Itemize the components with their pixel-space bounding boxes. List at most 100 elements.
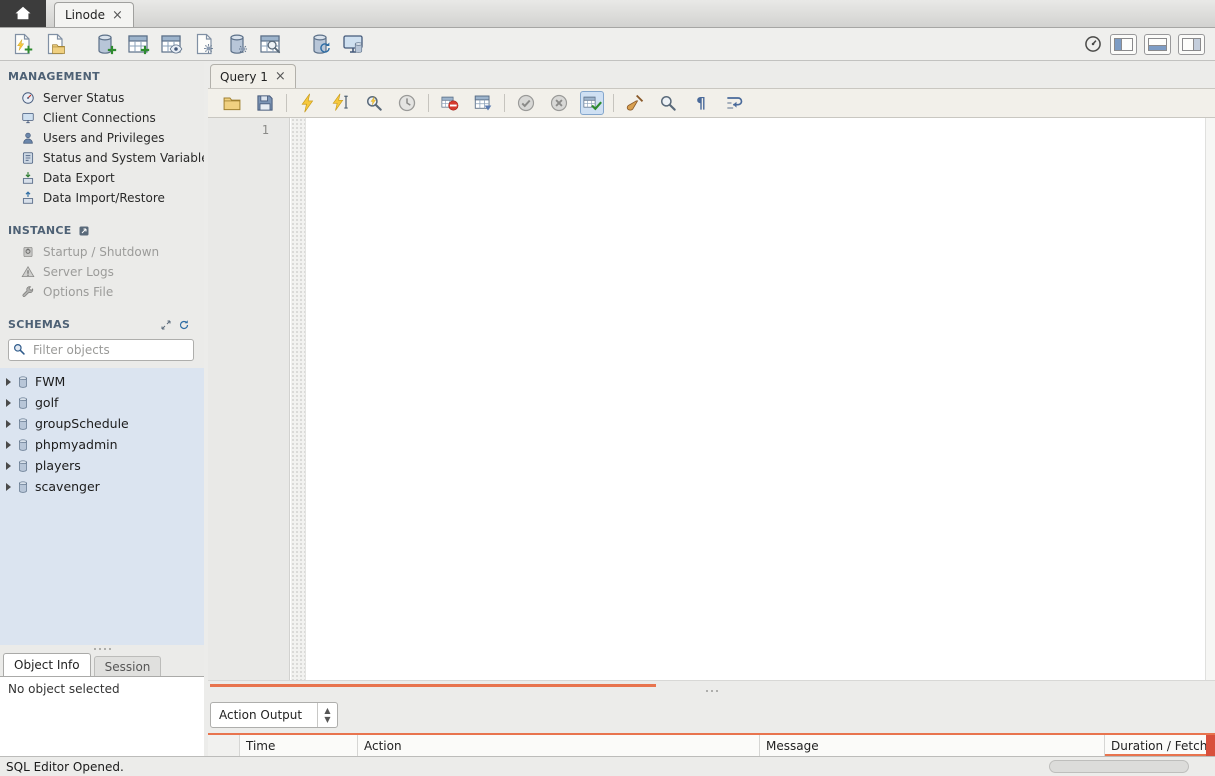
output-col-index	[208, 735, 240, 756]
query-tab-label: Query 1	[220, 69, 268, 84]
close-connection-tab-icon[interactable]: ×	[112, 9, 123, 22]
create-schema-icon[interactable]	[93, 32, 117, 56]
toggle-autocommit-button[interactable]	[580, 91, 604, 115]
wrap-text-icon	[726, 97, 743, 109]
create-view-icon[interactable]	[159, 32, 183, 56]
schema-item-scavenger[interactable]: scavenger	[0, 476, 204, 497]
rollback-icon	[550, 94, 568, 112]
refresh-schemas-icon[interactable]	[178, 319, 190, 331]
output-col-duration[interactable]: Duration / Fetch	[1105, 735, 1215, 756]
instance-title: INSTANCE	[8, 224, 72, 237]
beautify-button[interactable]	[623, 91, 647, 115]
rollback-button[interactable]	[547, 91, 571, 115]
home-tab[interactable]	[0, 0, 46, 27]
gauge-icon	[22, 92, 34, 104]
editor-output-splitter[interactable]	[208, 681, 1215, 695]
execute-current-statement-button[interactable]	[329, 91, 353, 115]
sql-editor-region: Query 1 × 1	[208, 62, 1215, 756]
find-button[interactable]	[656, 91, 680, 115]
sidebar-item-data-export[interactable]: Data Export	[0, 168, 204, 188]
toggle-right-panel-button[interactable]	[1178, 33, 1205, 55]
sidebar-item-server-status[interactable]: Server Status	[0, 88, 204, 108]
sidebar-item-data-import[interactable]: Data Import/Restore	[0, 188, 204, 208]
close-query-tab-icon[interactable]: ×	[275, 70, 286, 83]
variables-icon	[22, 152, 34, 164]
schema-item-fwm[interactable]: FWM	[0, 371, 204, 392]
sidebar-item-users-privileges[interactable]: Users and Privileges	[0, 128, 204, 148]
save-script-button[interactable]	[253, 91, 277, 115]
output-view-select[interactable]: Action Output ▲ ▼	[210, 702, 338, 728]
wrench-icon	[22, 286, 34, 297]
new-sql-tab-icon[interactable]	[10, 32, 34, 56]
tree-expand-icon[interactable]	[6, 461, 11, 470]
search-icon	[14, 344, 25, 355]
wrap-text-button[interactable]	[722, 91, 746, 115]
open-sql-script-icon[interactable]	[43, 32, 67, 56]
output-col-action[interactable]: Action	[358, 735, 760, 756]
sidebar-item-client-connections[interactable]: Client Connections	[0, 108, 204, 128]
sidebar-item-server-logs[interactable]: Server Logs	[0, 262, 204, 282]
sidebar-splitter-handle[interactable]	[0, 645, 204, 652]
schema-item-golf[interactable]: golf	[0, 392, 204, 413]
reconnect-dbms-icon[interactable]	[308, 32, 332, 56]
mysql-workbench-window: Linode × MANAGEMENT Server Status Client…	[0, 0, 1215, 776]
output-toolbar: Action Output ▲ ▼	[208, 695, 1215, 733]
query-tab[interactable]: Query 1 ×	[210, 64, 296, 88]
tree-expand-icon[interactable]	[6, 398, 11, 407]
limit-rows-button[interactable]	[471, 91, 495, 115]
output-scroll-indicator[interactable]	[1206, 735, 1215, 756]
splitter-grip-icon	[208, 687, 1215, 694]
main-toolbar-left	[10, 32, 365, 56]
expand-schemas-icon[interactable]	[160, 319, 172, 331]
connection-tab[interactable]: Linode ×	[54, 2, 134, 27]
toggle-left-panel-icon	[1114, 37, 1133, 51]
create-table-icon[interactable]	[126, 32, 150, 56]
schema-item-groupschedule[interactable]: groupSchedule	[0, 413, 204, 434]
schema-item-phpmyadmin[interactable]: phpmyadmin	[0, 434, 204, 455]
activity-indicator-icon	[1085, 36, 1101, 52]
sidebar-item-options-file[interactable]: Options File	[0, 282, 204, 302]
stop-button[interactable]	[395, 91, 419, 115]
schema-filter-input[interactable]	[8, 339, 194, 361]
sidebar-item-status-variables[interactable]: Status and System Variables	[0, 148, 204, 168]
sidebar-item-startup-shutdown[interactable]: Startup / Shutdown	[0, 242, 204, 262]
combo-stepper-icon[interactable]: ▲ ▼	[317, 703, 337, 727]
toggle-bottom-panel-button[interactable]	[1144, 33, 1171, 55]
toggle-stop-on-error-button[interactable]	[438, 91, 462, 115]
sidebar: MANAGEMENT Server Status Client Connecti…	[0, 62, 204, 756]
manage-server-instances-icon[interactable]	[341, 32, 365, 56]
tab-object-info[interactable]: Object Info	[3, 653, 91, 676]
open-script-button[interactable]	[220, 91, 244, 115]
output-table-header: Time Action Message Duration / Fetch	[208, 733, 1215, 756]
create-function-icon[interactable]	[225, 32, 249, 56]
tree-expand-icon[interactable]	[6, 419, 11, 428]
tab-session[interactable]: Session	[93, 656, 162, 676]
editor-vertical-scrollbar[interactable]	[1205, 118, 1215, 680]
open-script-icon	[223, 97, 241, 111]
connections-icon	[22, 112, 34, 124]
schema-tree: FWM golf groupSchedule phpmyadmin player	[0, 368, 204, 645]
tree-expand-icon[interactable]	[6, 377, 11, 386]
sql-code-editor[interactable]: 1	[208, 118, 1215, 681]
explain-icon	[366, 95, 382, 111]
create-procedure-icon[interactable]	[192, 32, 216, 56]
fold-margin	[291, 118, 306, 680]
schema-icon	[19, 396, 27, 409]
execute-button[interactable]	[296, 91, 320, 115]
beautify-icon	[626, 94, 644, 112]
explain-button[interactable]	[362, 91, 386, 115]
management-title: MANAGEMENT	[8, 70, 100, 83]
output-col-message[interactable]: Message	[760, 735, 1105, 756]
tree-expand-icon[interactable]	[6, 440, 11, 449]
toggle-left-panel-button[interactable]	[1110, 33, 1137, 55]
schema-item-players[interactable]: players	[0, 455, 204, 476]
save-script-icon	[257, 95, 273, 111]
show-invisibles-button[interactable]	[689, 91, 713, 115]
autocommit-icon	[583, 96, 602, 111]
search-table-data-icon[interactable]	[258, 32, 282, 56]
home-icon	[15, 6, 31, 20]
tree-expand-icon[interactable]	[6, 482, 11, 491]
commit-button[interactable]	[514, 91, 538, 115]
management-section-header: MANAGEMENT	[8, 70, 196, 83]
output-col-time[interactable]: Time	[240, 735, 358, 756]
